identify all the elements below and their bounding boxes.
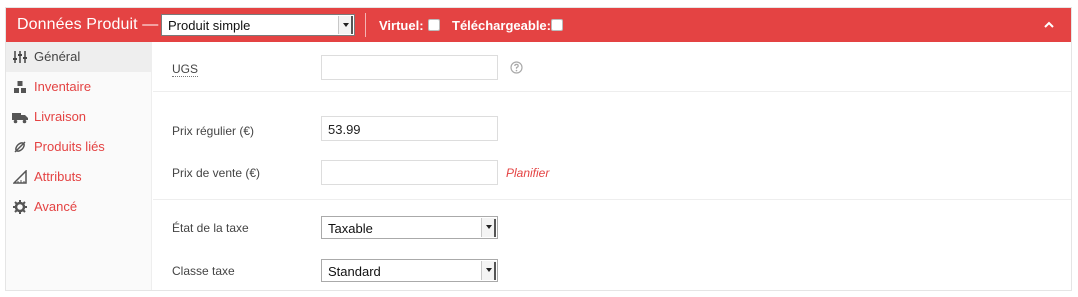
general-panel: UGS Prix régulier (€) 53.99 Prix de vent… [153, 42, 1071, 290]
tab-attributes-label: Attributs [34, 169, 82, 184]
group-divider [153, 199, 1071, 200]
panel-title: Données Produit — [17, 16, 159, 33]
virtual-label: Virtuel: [379, 18, 424, 33]
tab-advanced-label: Avancé [34, 199, 78, 214]
schedule-link[interactable]: Planifier [506, 166, 549, 180]
downloadable-label: Téléchargeable: [452, 18, 551, 33]
tax-status-select[interactable]: Taxable [321, 216, 498, 239]
sku-input[interactable] [321, 55, 498, 80]
tab-linked-products-label: Produits liés [34, 139, 105, 154]
tab-linked-products[interactable]: Produits liés [6, 132, 152, 162]
sale-price-label: Prix de vente (€) [172, 166, 261, 180]
group-divider [153, 91, 1071, 92]
ruler-icon [13, 170, 27, 184]
regular-price-input[interactable]: 53.99 [321, 116, 498, 141]
tax-status-value: Taxable [328, 221, 373, 236]
chevron-down-icon [338, 16, 353, 34]
tab-advanced[interactable]: Avancé [6, 192, 152, 222]
link-icon [14, 141, 26, 153]
panel-header: Données Produit — Produit simple Virtuel… [6, 8, 1071, 42]
regular-price-label: Prix régulier (€) [172, 124, 255, 138]
sale-price-input[interactable] [321, 160, 498, 185]
tab-shipping-label: Livraison [34, 109, 87, 124]
sku-label: UGS [172, 62, 199, 77]
tab-inventory[interactable]: Inventaire [6, 72, 152, 102]
boxes-icon [14, 81, 26, 93]
help-icon[interactable] [510, 61, 523, 74]
gear-icon [13, 200, 27, 214]
tab-attributes[interactable]: Attributs [6, 162, 152, 192]
tab-inventory-label: Inventaire [34, 79, 92, 94]
header-divider [365, 13, 366, 37]
product-type-select[interactable]: Produit simple [161, 14, 355, 36]
product-type-value: Produit simple [168, 18, 251, 33]
tax-class-value: Standard [328, 264, 381, 279]
tax-class-label: Classe taxe [172, 264, 235, 278]
virtual-checkbox[interactable] [428, 19, 440, 31]
chevron-down-icon [481, 218, 496, 237]
sliders-icon [13, 51, 27, 63]
chevron-up-icon[interactable] [1043, 19, 1055, 31]
regular-price-value: 53.99 [328, 122, 361, 137]
product-data-panel: Données Produit — Produit simple Virtuel… [5, 7, 1072, 291]
tab-general-label: Général [34, 49, 81, 64]
tax-status-label: État de la taxe [172, 221, 249, 235]
downloadable-checkbox[interactable] [551, 19, 563, 31]
tab-general[interactable]: Général [6, 42, 152, 72]
tab-shipping[interactable]: Livraison [6, 102, 152, 132]
truck-icon [12, 113, 28, 124]
tax-class-select[interactable]: Standard [321, 259, 498, 282]
chevron-down-icon [481, 261, 496, 280]
product-data-tabs: Général Inventaire Livraison Produits li… [6, 42, 152, 290]
